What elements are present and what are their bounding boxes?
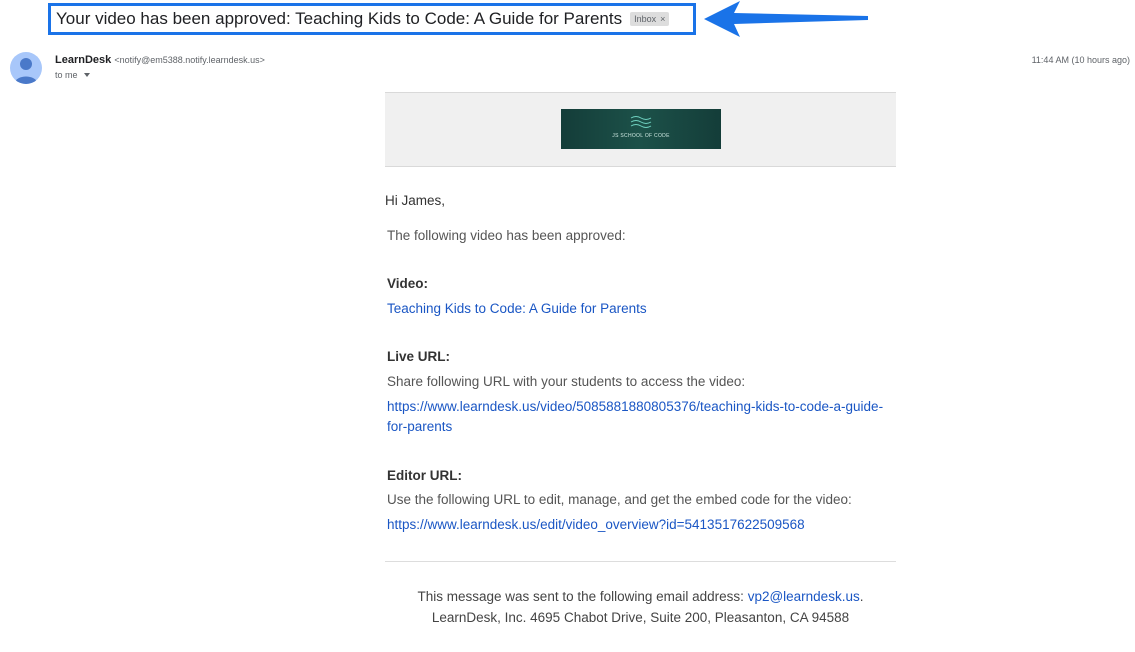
live-url-label: Live URL:	[387, 349, 451, 364]
inbox-label-chip[interactable]: Inbox ×	[630, 12, 670, 26]
video-label: Video:	[387, 276, 429, 291]
recipient-details-toggle[interactable]: to me	[55, 70, 90, 80]
subject-highlight-box: Your video has been approved: Teaching K…	[48, 3, 696, 35]
sender-email: <notify@em5388.notify.learndesk.us>	[114, 55, 265, 65]
person-icon	[14, 58, 38, 84]
waves-icon	[630, 116, 652, 128]
footer-sent-to: This message was sent to the following e…	[385, 589, 896, 604]
recipient-label: to me	[55, 70, 78, 80]
live-url-description: Share following URL with your students t…	[387, 374, 746, 389]
sender-line: LearnDesk <notify@em5388.notify.learndes…	[55, 54, 265, 66]
footer-sent-to-prefix: This message was sent to the following e…	[417, 589, 748, 604]
inbox-label-text: Inbox	[634, 14, 657, 24]
footer-divider	[385, 561, 896, 562]
school-logo: JS SCHOOL OF CODE	[561, 109, 721, 149]
footer-sent-to-suffix: .	[859, 589, 864, 604]
footer-email-link[interactable]: vp2@learndesk.us	[748, 589, 860, 604]
email-subject: Your video has been approved: Teaching K…	[56, 9, 623, 28]
live-url-link-line1[interactable]: https://www.learndesk.us/video/508588188…	[387, 399, 883, 414]
pointer-arrow-icon	[704, 1, 868, 37]
editor-url-description: Use the following URL to edit, manage, a…	[387, 492, 852, 507]
editor-url-link[interactable]: https://www.learndesk.us/edit/video_over…	[387, 517, 805, 532]
live-url-link-line2[interactable]: for-parents	[387, 419, 452, 434]
email-banner: JS SCHOOL OF CODE	[385, 92, 896, 167]
editor-url-label: Editor URL:	[387, 468, 462, 483]
timestamp: 11:44 AM (10 hours ago)	[1031, 55, 1130, 65]
avatar[interactable]	[10, 52, 42, 84]
footer-address: LearnDesk, Inc. 4695 Chabot Drive, Suite…	[431, 610, 850, 625]
remove-label-icon[interactable]: ×	[660, 14, 665, 24]
video-title-link[interactable]: Teaching Kids to Code: A Guide for Paren…	[387, 301, 647, 316]
chevron-down-icon[interactable]	[83, 73, 90, 77]
greeting: Hi James,	[385, 193, 446, 208]
logo-text: JS SCHOOL OF CODE	[612, 133, 670, 139]
intro-text: The following video has been approved:	[387, 228, 626, 243]
sender-name[interactable]: LearnDesk	[55, 54, 111, 66]
